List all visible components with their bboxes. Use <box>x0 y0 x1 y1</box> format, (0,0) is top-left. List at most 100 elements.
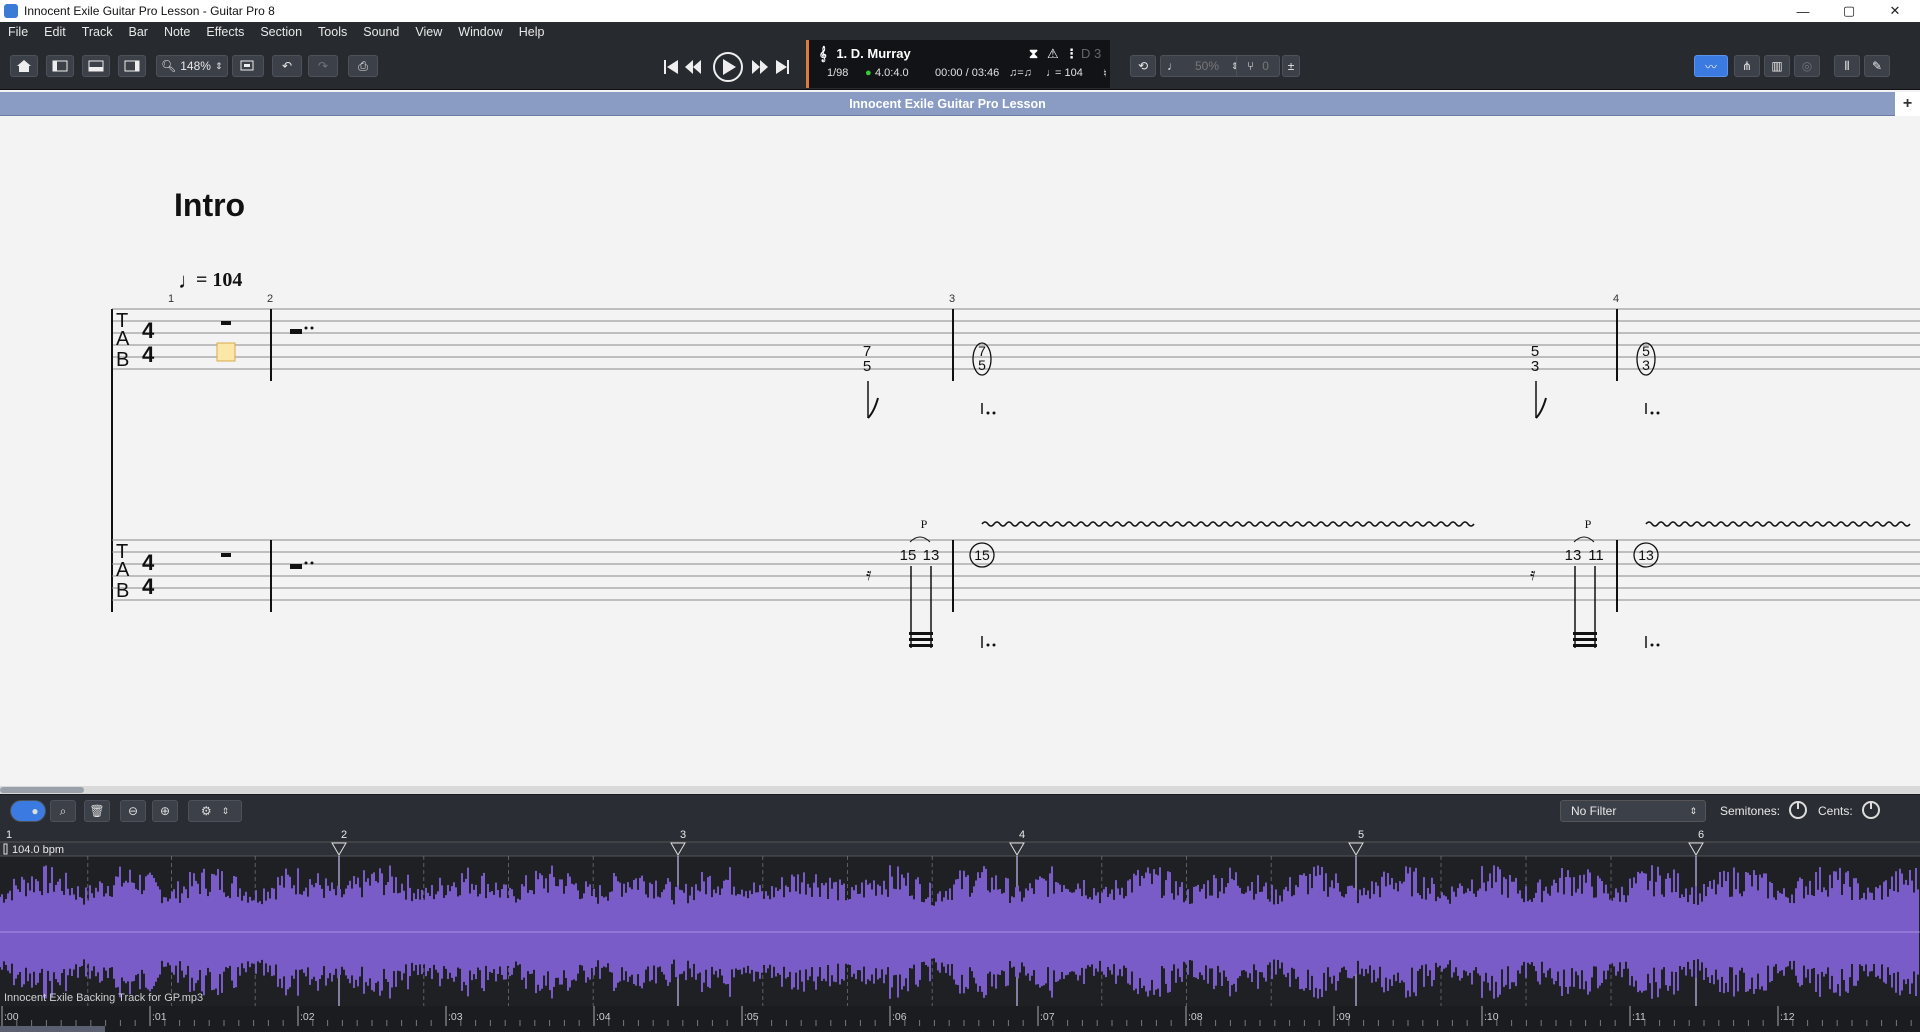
cursor-box[interactable] <box>216 342 236 362</box>
audio-file-button[interactable]: ⌕ <box>50 800 76 822</box>
menu-help[interactable]: Help <box>511 25 553 39</box>
fret-number[interactable]: 13 <box>1638 547 1654 563</box>
panel-bottom-button[interactable] <box>82 55 110 77</box>
tuning-fork-icon: ⑂ <box>1247 59 1255 73</box>
document-tab[interactable]: Innocent Exile Guitar Pro Lesson <box>0 92 1895 116</box>
rewind-icon[interactable] <box>685 60 701 74</box>
delete-audio-button[interactable]: 🗑︎ <box>84 800 110 822</box>
time-tick-label: :04 <box>596 1011 611 1023</box>
skip-start-icon[interactable] <box>664 60 678 74</box>
drum-view-button[interactable]: ◎ <box>1794 55 1820 77</box>
menu-view[interactable]: View <box>407 25 450 39</box>
page-view-icon <box>240 60 254 71</box>
undo-button[interactable]: ↶ <box>272 55 302 77</box>
menu-note[interactable]: Note <box>156 25 198 39</box>
fret-number[interactable]: 13 <box>923 547 940 564</box>
maximize-button[interactable]: ▢ <box>1826 0 1872 22</box>
count-in-icon[interactable]: ⚠ <box>1047 46 1059 62</box>
menu-track[interactable]: Track <box>74 25 121 39</box>
instrument-view-button[interactable]: ⋔ <box>1734 55 1760 77</box>
play-icon[interactable] <box>713 52 743 82</box>
zoom-control[interactable]: 🔍︎ 148% ⇕ <box>156 55 228 77</box>
waveform-scroll-thumb[interactable] <box>0 1026 105 1032</box>
audio-enable-toggle[interactable]: ● <box>10 800 46 822</box>
fret-number[interactable]: 3 <box>1642 357 1650 373</box>
bar-marker-label: 2 <box>341 829 347 841</box>
menu-window[interactable]: Window <box>450 25 510 39</box>
piano-view-button[interactable]: ▥ <box>1764 55 1790 77</box>
mixer-button[interactable]: ⦀ <box>1834 55 1860 77</box>
lcd-display[interactable]: 𝄞 1. D. Murray ⧗ ⚠ ⋮ D 3 1/98 ● 4.0:4.0 … <box>806 40 1110 88</box>
edition-palette-button[interactable]: ✎ <box>1864 55 1890 77</box>
right-toolbar: ⟲ ♩ 50% ⇕ ⑂ 0 ± 〰 ⋔ ▥ ◎ ⦀ ✎ <box>1120 42 1920 90</box>
page-view-button[interactable] <box>232 55 264 77</box>
gear-icon: ⚙ <box>200 804 212 818</box>
vibrato-line <box>981 521 1475 527</box>
fret-number[interactable]: 5 <box>863 358 871 375</box>
time-sig-top: 4 <box>142 318 155 343</box>
score-area[interactable]: Intro ♩ = 104 1 2 3 4 T A B 4 4 7 5 7 5 <box>0 116 1920 786</box>
fret-number[interactable]: 3 <box>1531 358 1539 375</box>
spin-arrows-icon: ⇕ <box>221 805 230 816</box>
volume-button[interactable]: ± <box>1282 55 1300 77</box>
filter-select[interactable]: No Filter ⇕ <box>1560 800 1706 822</box>
fret-number[interactable]: 13 <box>1565 547 1582 564</box>
fret-number[interactable]: 5 <box>978 357 986 373</box>
panel-bottom-icon <box>88 60 104 72</box>
menu-effects[interactable]: Effects <box>198 25 252 39</box>
note-icon: ♩ <box>1167 59 1179 73</box>
score-horizontal-scrollbar[interactable] <box>0 786 1920 794</box>
close-button[interactable]: ✕ <box>1872 0 1918 22</box>
document-tab-bar: Innocent Exile Guitar Pro Lesson + <box>0 92 1920 116</box>
zoom-in-button[interactable]: ⊕ <box>152 800 178 822</box>
time-tick-label: :11 <box>1632 1011 1646 1023</box>
print-icon: ⎙ <box>358 58 368 73</box>
time-tick-label: :00 <box>4 1011 19 1023</box>
bar-number: 2 <box>267 293 273 305</box>
panel-left-button[interactable] <box>46 55 74 77</box>
cents-knob[interactable] <box>1862 801 1880 819</box>
menu-sound[interactable]: Sound <box>355 25 407 39</box>
add-tab-button[interactable]: + <box>1895 92 1920 116</box>
fret-number[interactable]: 15 <box>900 547 917 564</box>
time-signature: 4.0:4.0 <box>875 67 909 79</box>
pen-icon: ✎ <box>1871 59 1883 73</box>
audio-settings-button[interactable]: ⚙ ⇕ <box>188 800 242 822</box>
audio-waveform-panel[interactable]: 1 2 3 4 5 6 104.0 bpm Innocent Exile Backing … <box>0 826 1920 1032</box>
status-dot-icon: ● <box>865 67 872 79</box>
redo-button[interactable]: ↷ <box>308 55 338 77</box>
time-tick-label: :01 <box>152 1011 167 1023</box>
minimize-button[interactable]: — <box>1780 0 1826 22</box>
menu-file[interactable]: File <box>0 25 36 39</box>
menu-tools[interactable]: Tools <box>310 25 355 39</box>
fret-number[interactable]: 11 <box>1588 547 1604 564</box>
metronome-icon[interactable]: ⧗ <box>1029 46 1038 62</box>
panel-right-button[interactable] <box>118 55 146 77</box>
fast-forward-icon[interactable] <box>752 60 768 74</box>
pitch-control[interactable]: ⑂ 0 <box>1236 55 1280 77</box>
tempo-display: = 104 <box>1055 67 1083 79</box>
loop-button[interactable]: ⟲ <box>1130 55 1156 77</box>
semitones-knob[interactable] <box>1789 801 1807 819</box>
bar-number: 1 <box>168 293 174 305</box>
home-button[interactable] <box>10 55 38 77</box>
chevron-updown-icon: ⇕ <box>1689 805 1697 816</box>
skip-end-icon[interactable] <box>776 60 789 74</box>
time-tick-label: :05 <box>744 1011 759 1023</box>
rest-icon: 𝄿 <box>866 564 872 584</box>
speed-control[interactable]: ♩ 50% ⇕ <box>1160 55 1244 77</box>
menu-bar-item[interactable]: Bar <box>121 25 156 39</box>
time-tick-label: :07 <box>1040 1011 1055 1023</box>
scrollbar-thumb[interactable] <box>0 787 84 793</box>
bar-number: 3 <box>949 293 955 305</box>
audio-track-button[interactable]: 〰 <box>1694 55 1728 77</box>
tab-letter: A <box>116 559 130 581</box>
zoom-out-button[interactable]: ⊖ <box>120 800 146 822</box>
home-icon <box>17 60 31 72</box>
fret-number[interactable]: 15 <box>974 547 990 563</box>
menu-edit[interactable]: Edit <box>36 25 74 39</box>
time-sig-bottom: 4 <box>142 342 155 367</box>
lcd-menu-icon[interactable]: ⋮ <box>1065 46 1078 62</box>
menu-section[interactable]: Section <box>252 25 310 39</box>
print-button[interactable]: ⎙ <box>348 55 378 77</box>
